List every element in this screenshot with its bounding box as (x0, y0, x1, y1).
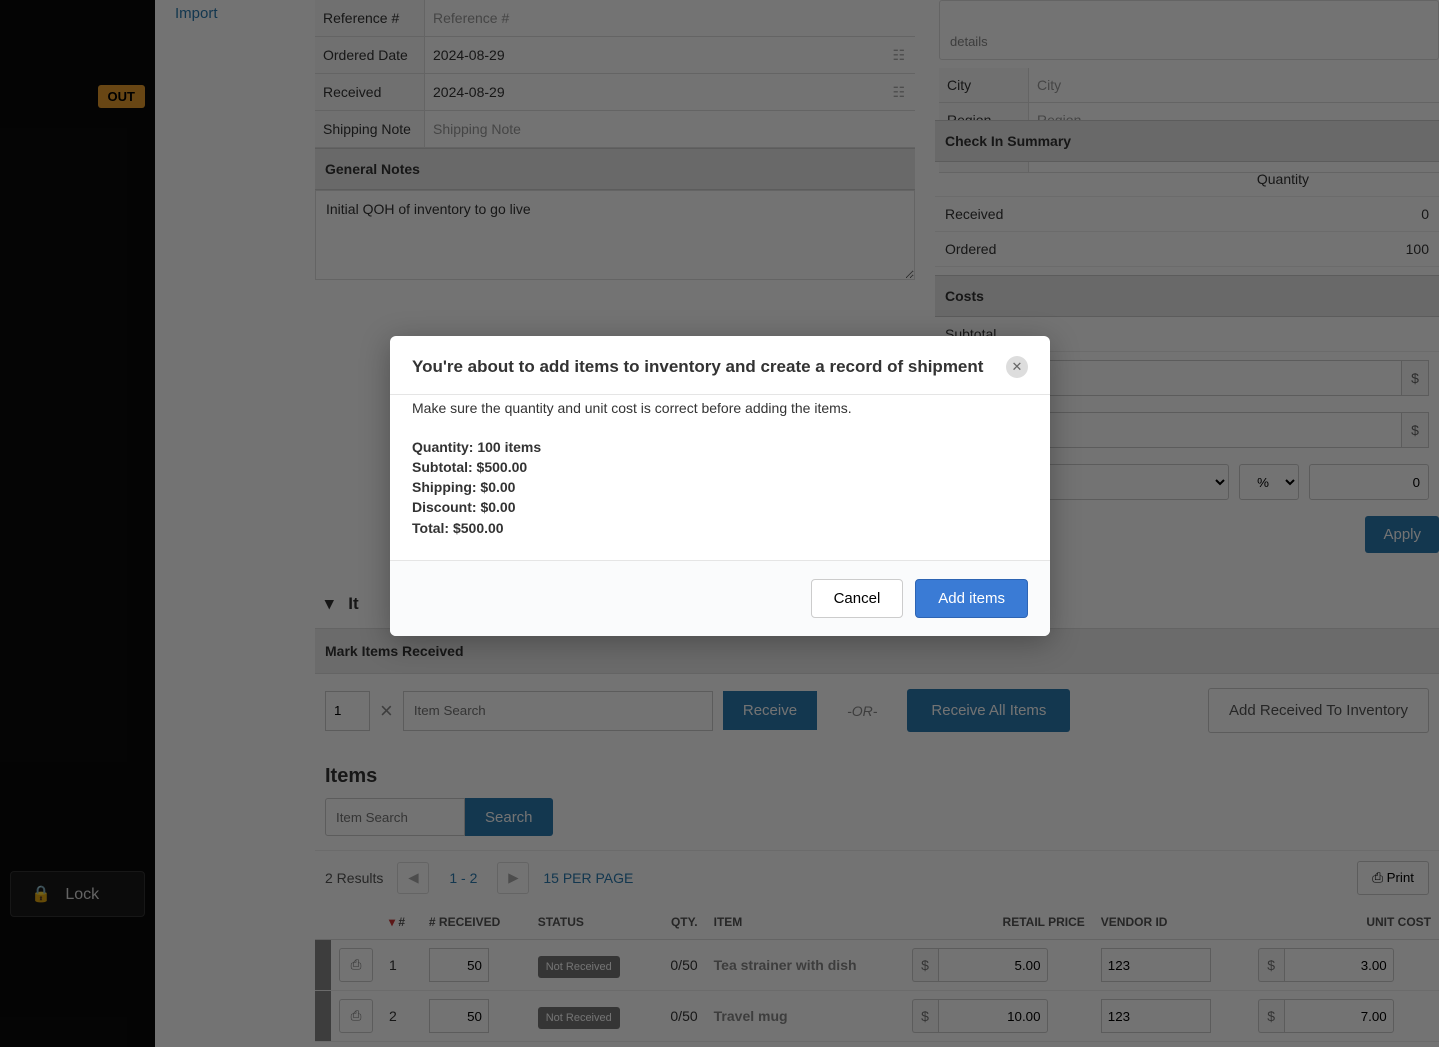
add-items-button[interactable]: Add items (915, 579, 1028, 618)
modal-total: Total: $500.00 (412, 518, 1028, 538)
modal-subtotal: Subtotal: $500.00 (412, 457, 1028, 477)
modal-shipping: Shipping: $0.00 (412, 477, 1028, 497)
modal-title: You're about to add items to inventory a… (412, 357, 1006, 377)
modal-message: Make sure the quantity and unit cost is … (412, 399, 1028, 419)
modal-discount: Discount: $0.00 (412, 497, 1028, 517)
close-icon[interactable]: ✕ (1006, 356, 1028, 378)
confirm-modal: You're about to add items to inventory a… (390, 336, 1050, 636)
modal-quantity: Quantity: 100 items (412, 437, 1028, 457)
cancel-button[interactable]: Cancel (811, 579, 904, 618)
